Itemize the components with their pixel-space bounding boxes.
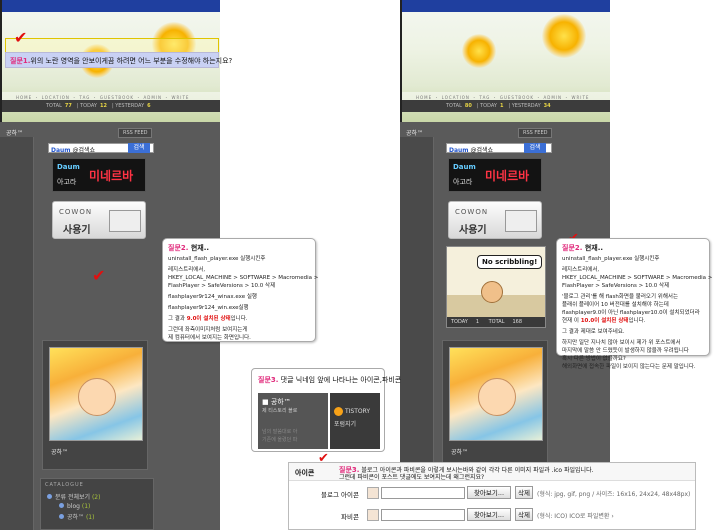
browse-button[interactable]: 찾아보기... [467,486,511,499]
blog-icon: ■ [262,398,269,406]
profile-name: 공하™ [451,449,469,456]
bullet-icon [47,494,52,499]
favicon-file-input[interactable] [381,509,465,521]
red-check-icon: ✔ [92,266,106,285]
delete-button[interactable]: 삭제 [515,508,533,521]
device-image [505,210,537,232]
daum-agora-banner[interactable]: Daum 아고라 미네르바 [52,158,146,192]
blog-icon-preview [367,487,379,499]
profile-box: 공하™ [442,340,548,470]
site-label[interactable]: 공하™ [406,128,423,137]
bullet-icon [59,503,64,508]
speech-bubble: No scribbling! [477,255,543,269]
delete-button[interactable]: 삭제 [515,486,533,499]
header-top-bar [402,0,610,12]
blog-icon-row: 블로그 아이콘 찾아보기... 삭제 (형식: jpg, gif, png / … [289,483,695,503]
search-query: @검색쇼 [72,147,96,154]
category-item[interactable]: 분류 전체보기 (2) [41,491,153,502]
daum-agora-banner[interactable]: Daum 아고라 미네르바 [448,158,542,192]
question-3-comment-sample: 질문3. 댓글 닉네임 앞에 나타나는 아이콘,파비콘 ■ 공하™ 제 티스토리… [251,368,401,452]
category-list: CATALOGUE 분류 전체보기 (2) blog (1) 공하™ (1) [40,478,154,530]
profile-box: 공하™ [42,340,148,470]
flower-decoration [462,34,496,68]
bullet-icon [59,514,64,519]
cowon-review-banner[interactable]: COWON 사용기 [52,201,146,239]
red-check-icon: ✔ [14,28,28,47]
daum-logo: Daum [449,147,469,154]
question-2-note-left: 질문2. 현재.. uninstall_flash_player.exe 실행시… [162,238,318,342]
rss-feed-button[interactable]: RSS FEED [518,128,553,138]
flash-counter-widget[interactable]: No scribbling! TODAY 1 TOTAL 168 [446,246,546,328]
icon-settings-form: 아이콘 질문3. 블로그 아이콘과 파비콘을 이렇게 보시는바와 같이 각각 다… [288,462,696,530]
visitor-counter: TOTAL 77 | TODAY 12 | YESTERDAY 6 [2,100,220,112]
search-button[interactable]: 검색 [128,143,150,153]
content-column [0,137,34,530]
profile-name: 공하™ [51,449,69,456]
visitor-counter: TOTAL 80 | TODAY 1 | YESTERDAY 34 [402,100,610,112]
search-button[interactable]: 검색 [524,143,546,153]
search-query: @검색쇼 [470,147,494,154]
profile-image[interactable] [449,347,543,441]
device-image [109,210,141,232]
child-illustration [481,281,503,303]
rss-feed-button[interactable]: RSS FEED [118,128,153,138]
category-item[interactable]: 공하™ (1) [41,511,153,522]
favicon-preview [367,509,379,521]
tistory-logo-icon [334,407,343,416]
form-header: 아이콘 질문3. 블로그 아이콘과 파비콘을 이렇게 보시는바와 같이 각각 다… [289,463,695,481]
comment-tile: ■ 공하™ 제 티스토리 블로 넘의 말씀대로 아 기존에 올렸던 파 [258,393,328,449]
tistory-comment-tile: TISTORY 포럼지기 [330,393,380,449]
question-1: 질문1.위의 노란 영역을 안보이게끔 하려면 어느 부분을 수정해야 하는지요… [5,52,232,68]
cowon-review-banner[interactable]: COWON 사용기 [448,201,542,239]
site-label[interactable]: 공하™ [6,128,23,137]
catalogue-title: CATALOGUE [45,482,84,488]
header-top-bar [2,0,220,12]
flower-decoration [542,14,586,58]
blog-header-banner: HOME ・ LOCATION ・ TAG ・ GUESTBOOK ・ ADMI… [400,0,610,122]
blog-icon-file-input[interactable] [381,487,465,499]
flash-stats: TODAY 1 TOTAL 168 [447,317,545,327]
favicon-row: 파비콘 찾아보기... 삭제 (형식: ICO) ICO로 파일변환 › [289,505,695,525]
daum-logo: Daum [51,147,71,154]
browse-button[interactable]: 찾아보기... [467,508,511,521]
question-2-note-right: 질문2. 현재.. uninstall_flash_player.exe 실행시… [556,238,712,370]
category-item[interactable]: blog (1) [41,502,153,511]
profile-image[interactable] [49,347,143,441]
question-3-title: 질문3. 댓글 닉네임 앞에 나타나는 아이콘,파비콘 [258,376,402,384]
